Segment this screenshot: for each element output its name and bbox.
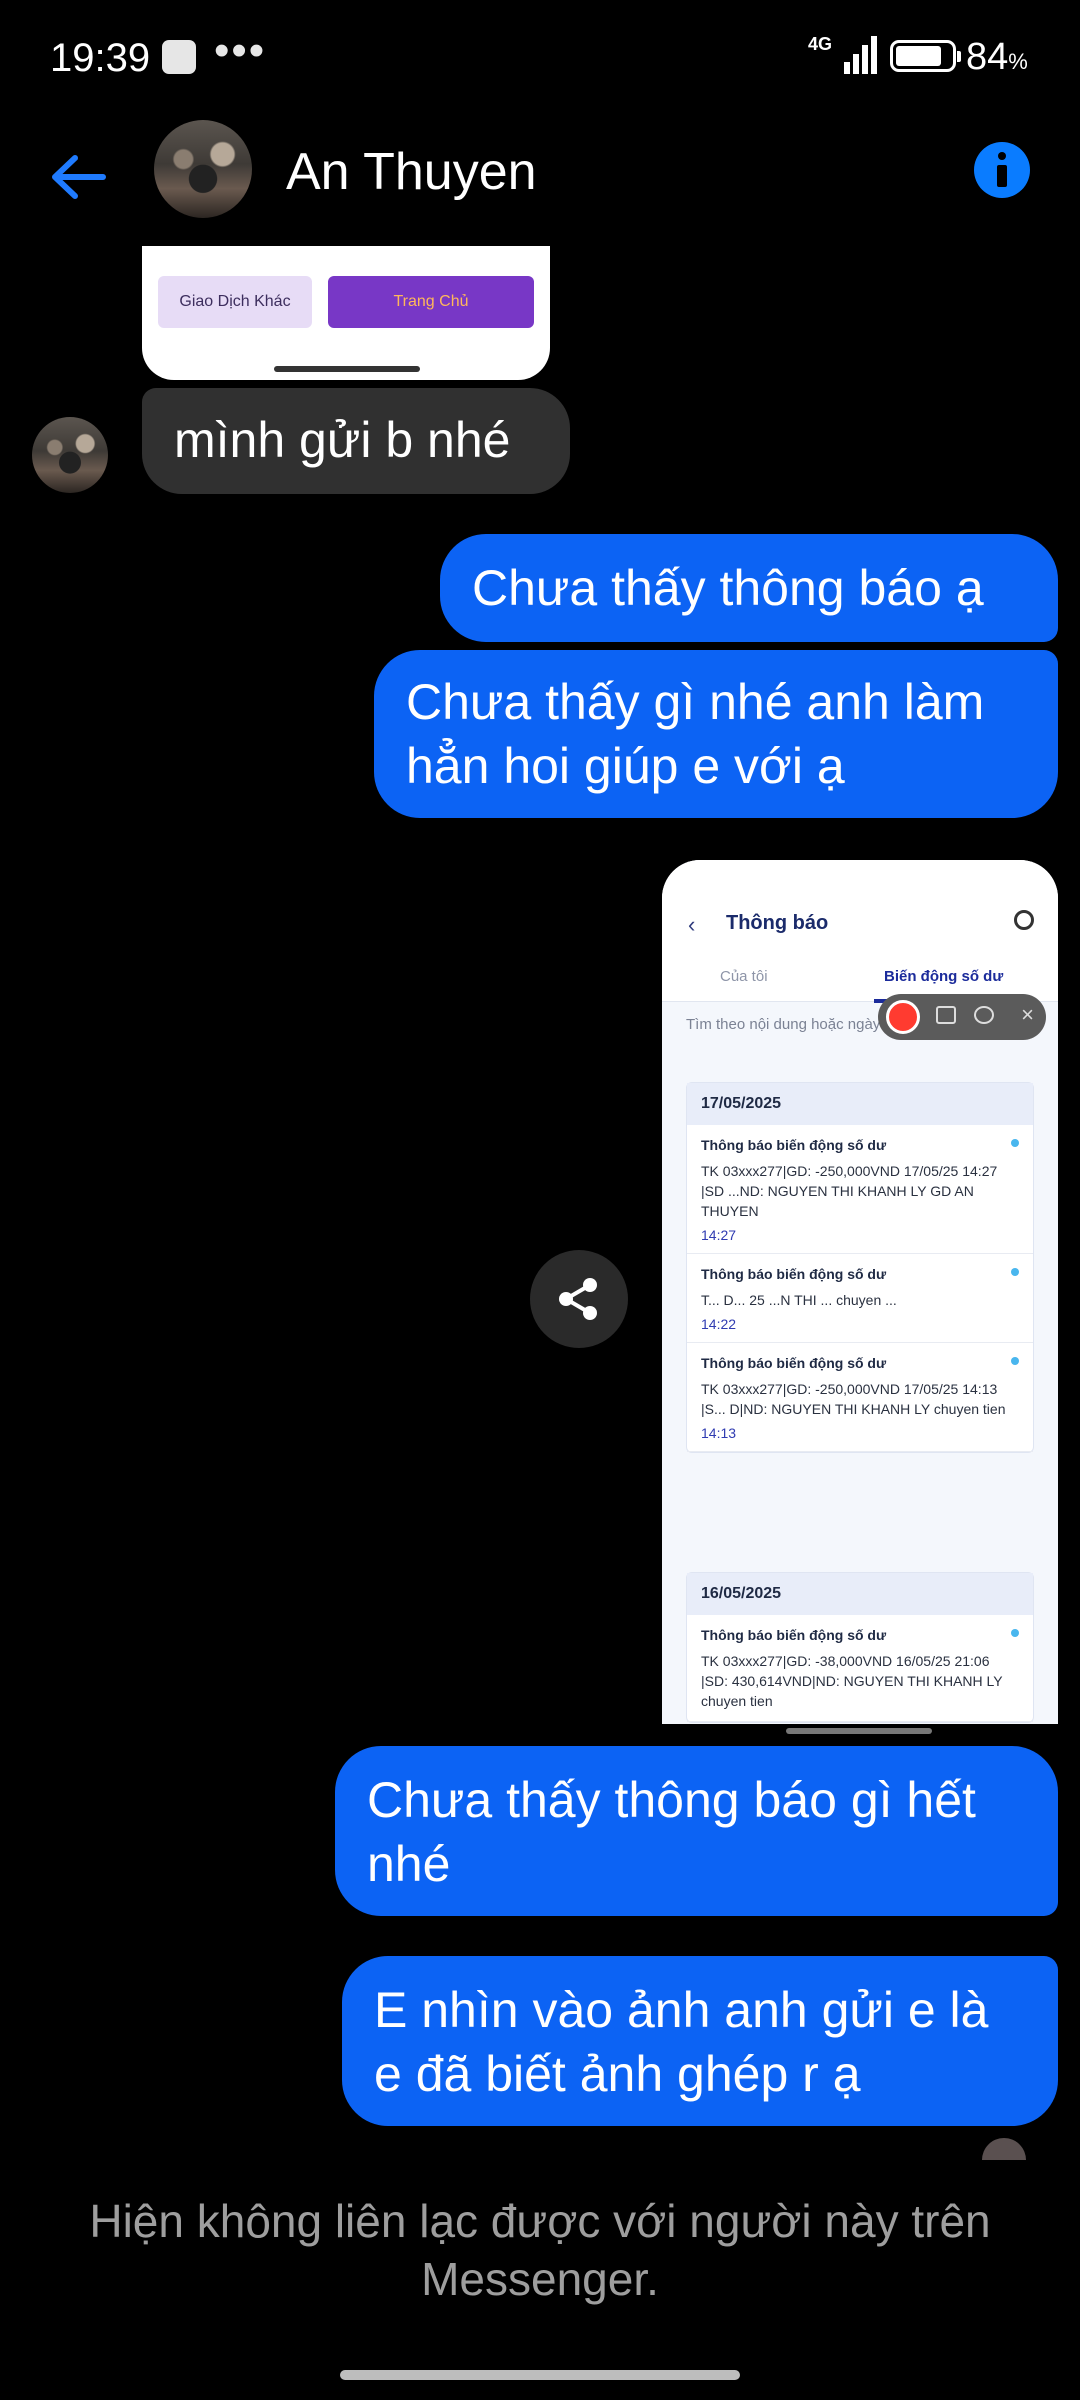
signal-icon: 4G	[808, 34, 878, 74]
status-time: 19:39	[50, 36, 151, 80]
screenshot-notification: Thông báo biến động số dư TK 03xxx277|GD…	[687, 1125, 1033, 1254]
screenshot-search: Tìm theo nội dung hoặc ngày	[686, 1016, 881, 1033]
notification-icon	[162, 40, 196, 74]
sender-avatar[interactable]	[32, 417, 108, 493]
message-bubble-incoming[interactable]: mình gửi b nhé	[142, 388, 570, 494]
info-icon	[997, 152, 1007, 187]
contact-name[interactable]: An Thuyen	[286, 142, 537, 202]
share-button[interactable]	[530, 1250, 628, 1348]
folder-icon	[936, 1006, 956, 1024]
screenshot-tab-mine: Của tôi	[720, 968, 768, 985]
image-message-previous[interactable]: Giao Dịch Khác Trang Chủ	[142, 246, 550, 380]
arrow-left-icon	[52, 155, 106, 199]
message-bubble-outgoing[interactable]: Chưa thấy gì nhé anh làm hẳn hoi giúp e …	[374, 650, 1058, 818]
screen-recorder-overlay: ×	[878, 994, 1046, 1040]
screenshot-title: Thông báo	[726, 912, 829, 934]
image-message-screenshot[interactable]: ‹ Thông báo Của tôi Biến động số dư Tìm …	[662, 860, 1058, 1724]
share-icon	[559, 1278, 597, 1320]
unread-dot	[1011, 1629, 1019, 1637]
screenshot-back-icon: ‹	[688, 912, 696, 937]
status-bar: 19:39 ••• 4G 84%	[0, 0, 1080, 118]
screenshot-notification: Thông báo biến động số dư TK 03xxx277|GD…	[687, 1343, 1033, 1452]
screenshot-date-group: 16/05/2025 Thông báo biến động số dư TK …	[686, 1572, 1034, 1723]
unread-dot	[1011, 1268, 1019, 1276]
message-bubble-outgoing[interactable]: E nhìn vào ảnh anh gửi e là e đã biết ản…	[342, 1956, 1058, 2126]
unread-dot	[1011, 1139, 1019, 1147]
more-notifications-icon: •••	[214, 26, 267, 75]
screenshot-notification: Thông báo biến động số dư T... D... 25 .…	[687, 1254, 1033, 1343]
close-icon: ×	[1021, 1002, 1034, 1027]
screenshot-home-indicator	[786, 1728, 932, 1734]
screenshot-home-indicator	[274, 366, 420, 372]
screenshot-notification: Thông báo biến động số dư TK 03xxx277|GD…	[687, 1615, 1033, 1722]
screenshot-button-other-transactions: Giao Dịch Khác	[158, 276, 312, 328]
contact-avatar[interactable]	[154, 120, 252, 218]
screenshot-header: ‹ Thông báo	[662, 860, 1058, 954]
settings-icon	[974, 1006, 994, 1024]
screenshot-settings-icon	[1014, 910, 1034, 930]
back-button[interactable]	[44, 142, 114, 212]
battery-icon	[890, 40, 961, 72]
home-indicator[interactable]	[340, 2370, 740, 2380]
chat-header: An Thuyen	[0, 118, 1080, 238]
screenshot-button-home: Trang Chủ	[328, 276, 534, 328]
unread-dot	[1011, 1357, 1019, 1365]
info-button[interactable]	[974, 142, 1030, 198]
message-bubble-outgoing[interactable]: Chưa thấy thông báo ạ	[440, 534, 1058, 642]
message-bubble-outgoing[interactable]: Chưa thấy thông báo gì hết nhé	[335, 1746, 1058, 1916]
battery-percent: 84%	[966, 36, 1028, 78]
read-receipt-avatar	[982, 2138, 1026, 2160]
screenshot-date-group: 17/05/2025 Thông báo biến động số dư TK …	[686, 1082, 1034, 1453]
record-icon	[886, 1000, 920, 1034]
screenshot-tab-balance: Biến động số dư	[884, 968, 1004, 985]
unavailable-notice: Hiện không liên lạc được với người này t…	[89, 2195, 991, 2305]
screenshot-date: 17/05/2025	[687, 1083, 1033, 1125]
screenshot-date: 16/05/2025	[687, 1573, 1033, 1615]
